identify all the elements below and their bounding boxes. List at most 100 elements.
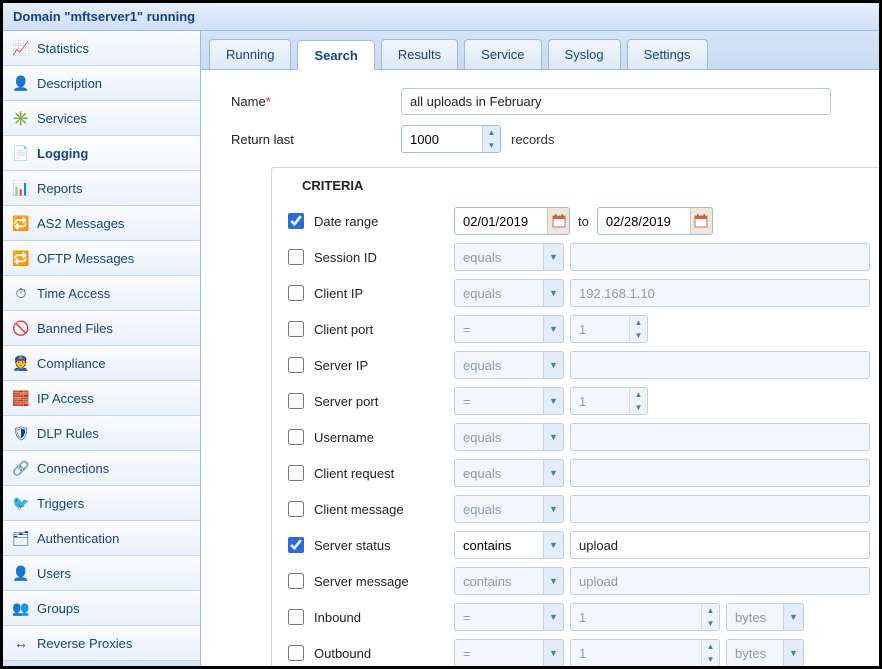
operator-input[interactable] <box>455 460 543 486</box>
operator-combo[interactable]: ▼ <box>454 603 564 631</box>
calendar-icon[interactable] <box>547 208 569 234</box>
return-last-spinner[interactable]: ▲ ▼ <box>401 125 501 153</box>
operator-combo[interactable]: ▼ <box>454 279 564 307</box>
chevron-down-icon[interactable]: ▼ <box>543 388 563 414</box>
criteria-checkbox[interactable] <box>288 249 304 265</box>
date-to-input[interactable] <box>598 210 690 233</box>
operator-combo[interactable]: ▼ <box>454 495 564 523</box>
criteria-value-input[interactable] <box>570 567 870 595</box>
criteria-checkbox[interactable] <box>288 429 304 445</box>
chevron-down-icon[interactable]: ▼ <box>543 568 563 594</box>
chevron-down-icon[interactable]: ▼ <box>543 496 563 522</box>
sidebar-item-connections[interactable]: 🔗Connections <box>3 451 200 486</box>
sidebar-item-services[interactable]: ✳️Services <box>3 101 200 136</box>
operator-combo[interactable]: ▼ <box>454 315 564 343</box>
criteria-value-input[interactable] <box>570 243 870 271</box>
criteria-value-input[interactable] <box>570 423 870 451</box>
operator-combo[interactable]: ▼ <box>454 423 564 451</box>
sidebar-item-oftp-messages[interactable]: 🔁OFTP Messages <box>3 241 200 276</box>
operator-combo[interactable]: ▼ <box>454 351 564 379</box>
sidebar-item-compliance[interactable]: 👮Compliance <box>3 346 200 381</box>
sidebar-item-dlp-rules[interactable]: 🛡DLP Rules <box>3 416 200 451</box>
criteria-checkbox[interactable] <box>288 357 304 373</box>
criteria-value-input[interactable] <box>570 279 870 307</box>
tab-search[interactable]: Search <box>297 40 374 70</box>
tab-results[interactable]: Results <box>381 39 458 69</box>
criteria-value-input[interactable] <box>570 459 870 487</box>
spinner-up-icon[interactable]: ▲ <box>483 126 500 139</box>
tab-syslog[interactable]: Syslog <box>548 39 621 69</box>
spinner-up-icon[interactable]: ▲ <box>702 604 719 617</box>
sidebar-item-users[interactable]: 👤Users <box>3 556 200 591</box>
operator-input[interactable] <box>455 568 543 594</box>
chevron-down-icon[interactable]: ▼ <box>783 604 803 630</box>
criteria-value-input[interactable] <box>570 351 870 379</box>
calendar-icon[interactable] <box>690 208 712 234</box>
chevron-down-icon[interactable]: ▼ <box>543 424 563 450</box>
criteria-checkbox[interactable] <box>288 645 304 661</box>
operator-combo[interactable]: ▼ <box>454 567 564 595</box>
spinner-down-icon[interactable]: ▼ <box>630 401 647 414</box>
operator-input[interactable] <box>455 496 543 522</box>
operator-input[interactable] <box>455 280 543 306</box>
unit-combo[interactable]: ▼ <box>726 639 804 666</box>
operator-input[interactable] <box>455 640 543 666</box>
unit-input[interactable] <box>727 604 783 630</box>
chevron-down-icon[interactable]: ▼ <box>543 460 563 486</box>
number-input[interactable] <box>571 316 629 342</box>
date-from-input[interactable] <box>455 210 547 233</box>
operator-combo[interactable]: ▼ <box>454 387 564 415</box>
number-input[interactable] <box>571 388 629 414</box>
name-input[interactable] <box>401 88 831 115</box>
chevron-down-icon[interactable]: ▼ <box>783 640 803 666</box>
sidebar-item-groups[interactable]: 👥Groups <box>3 591 200 626</box>
operator-input[interactable] <box>455 388 543 414</box>
criteria-checkbox[interactable] <box>288 609 304 625</box>
spinner-up-icon[interactable]: ▲ <box>630 316 647 329</box>
criteria-checkbox[interactable] <box>288 213 304 229</box>
sidebar-item-triggers[interactable]: 🐦Triggers <box>3 486 200 521</box>
operator-input[interactable] <box>455 352 543 378</box>
date-from-field[interactable] <box>454 207 570 235</box>
chevron-down-icon[interactable]: ▼ <box>543 316 563 342</box>
tab-service[interactable]: Service <box>464 39 541 69</box>
number-spinner[interactable]: ▲▼ <box>570 603 720 631</box>
operator-combo[interactable]: ▼ <box>454 243 564 271</box>
date-to-field[interactable] <box>597 207 713 235</box>
criteria-checkbox[interactable] <box>288 501 304 517</box>
number-spinner[interactable]: ▲▼ <box>570 639 720 666</box>
criteria-checkbox[interactable] <box>288 321 304 337</box>
criteria-value-input[interactable] <box>570 495 870 523</box>
operator-combo[interactable]: ▼ <box>454 639 564 666</box>
chevron-down-icon[interactable]: ▼ <box>543 352 563 378</box>
sidebar-item-description[interactable]: 👤Description <box>3 66 200 101</box>
return-last-input[interactable] <box>402 126 482 152</box>
number-spinner[interactable]: ▲▼ <box>570 315 648 343</box>
tab-running[interactable]: Running <box>209 39 291 69</box>
criteria-checkbox[interactable] <box>288 537 304 553</box>
criteria-checkbox[interactable] <box>288 285 304 301</box>
operator-input[interactable] <box>455 604 543 630</box>
chevron-down-icon[interactable]: ▼ <box>543 640 563 666</box>
chevron-down-icon[interactable]: ▼ <box>543 532 563 558</box>
spinner-down-icon[interactable]: ▼ <box>702 617 719 630</box>
number-spinner[interactable]: ▲▼ <box>570 387 648 415</box>
sidebar-item-banned-files[interactable]: 🚫Banned Files <box>3 311 200 346</box>
sidebar-item-reverse-proxies[interactable]: ↔Reverse Proxies <box>3 626 200 661</box>
chevron-down-icon[interactable]: ▼ <box>543 244 563 270</box>
operator-input[interactable] <box>455 316 543 342</box>
operator-input[interactable] <box>455 244 543 270</box>
unit-input[interactable] <box>727 640 783 666</box>
sidebar-item-ip-access[interactable]: 🧱IP Access <box>3 381 200 416</box>
spinner-up-icon[interactable]: ▲ <box>702 640 719 653</box>
sidebar-item-statistics[interactable]: 📈Statistics <box>3 31 200 66</box>
sidebar-item-as2-messages[interactable]: 🔁AS2 Messages <box>3 206 200 241</box>
criteria-checkbox[interactable] <box>288 465 304 481</box>
spinner-down-icon[interactable]: ▼ <box>483 139 500 152</box>
criteria-checkbox[interactable] <box>288 573 304 589</box>
number-input[interactable] <box>571 640 701 666</box>
spinner-down-icon[interactable]: ▼ <box>630 329 647 342</box>
operator-input[interactable] <box>455 424 543 450</box>
sidebar-item-logging[interactable]: 📄Logging <box>3 136 200 171</box>
operator-combo[interactable]: ▼ <box>454 459 564 487</box>
